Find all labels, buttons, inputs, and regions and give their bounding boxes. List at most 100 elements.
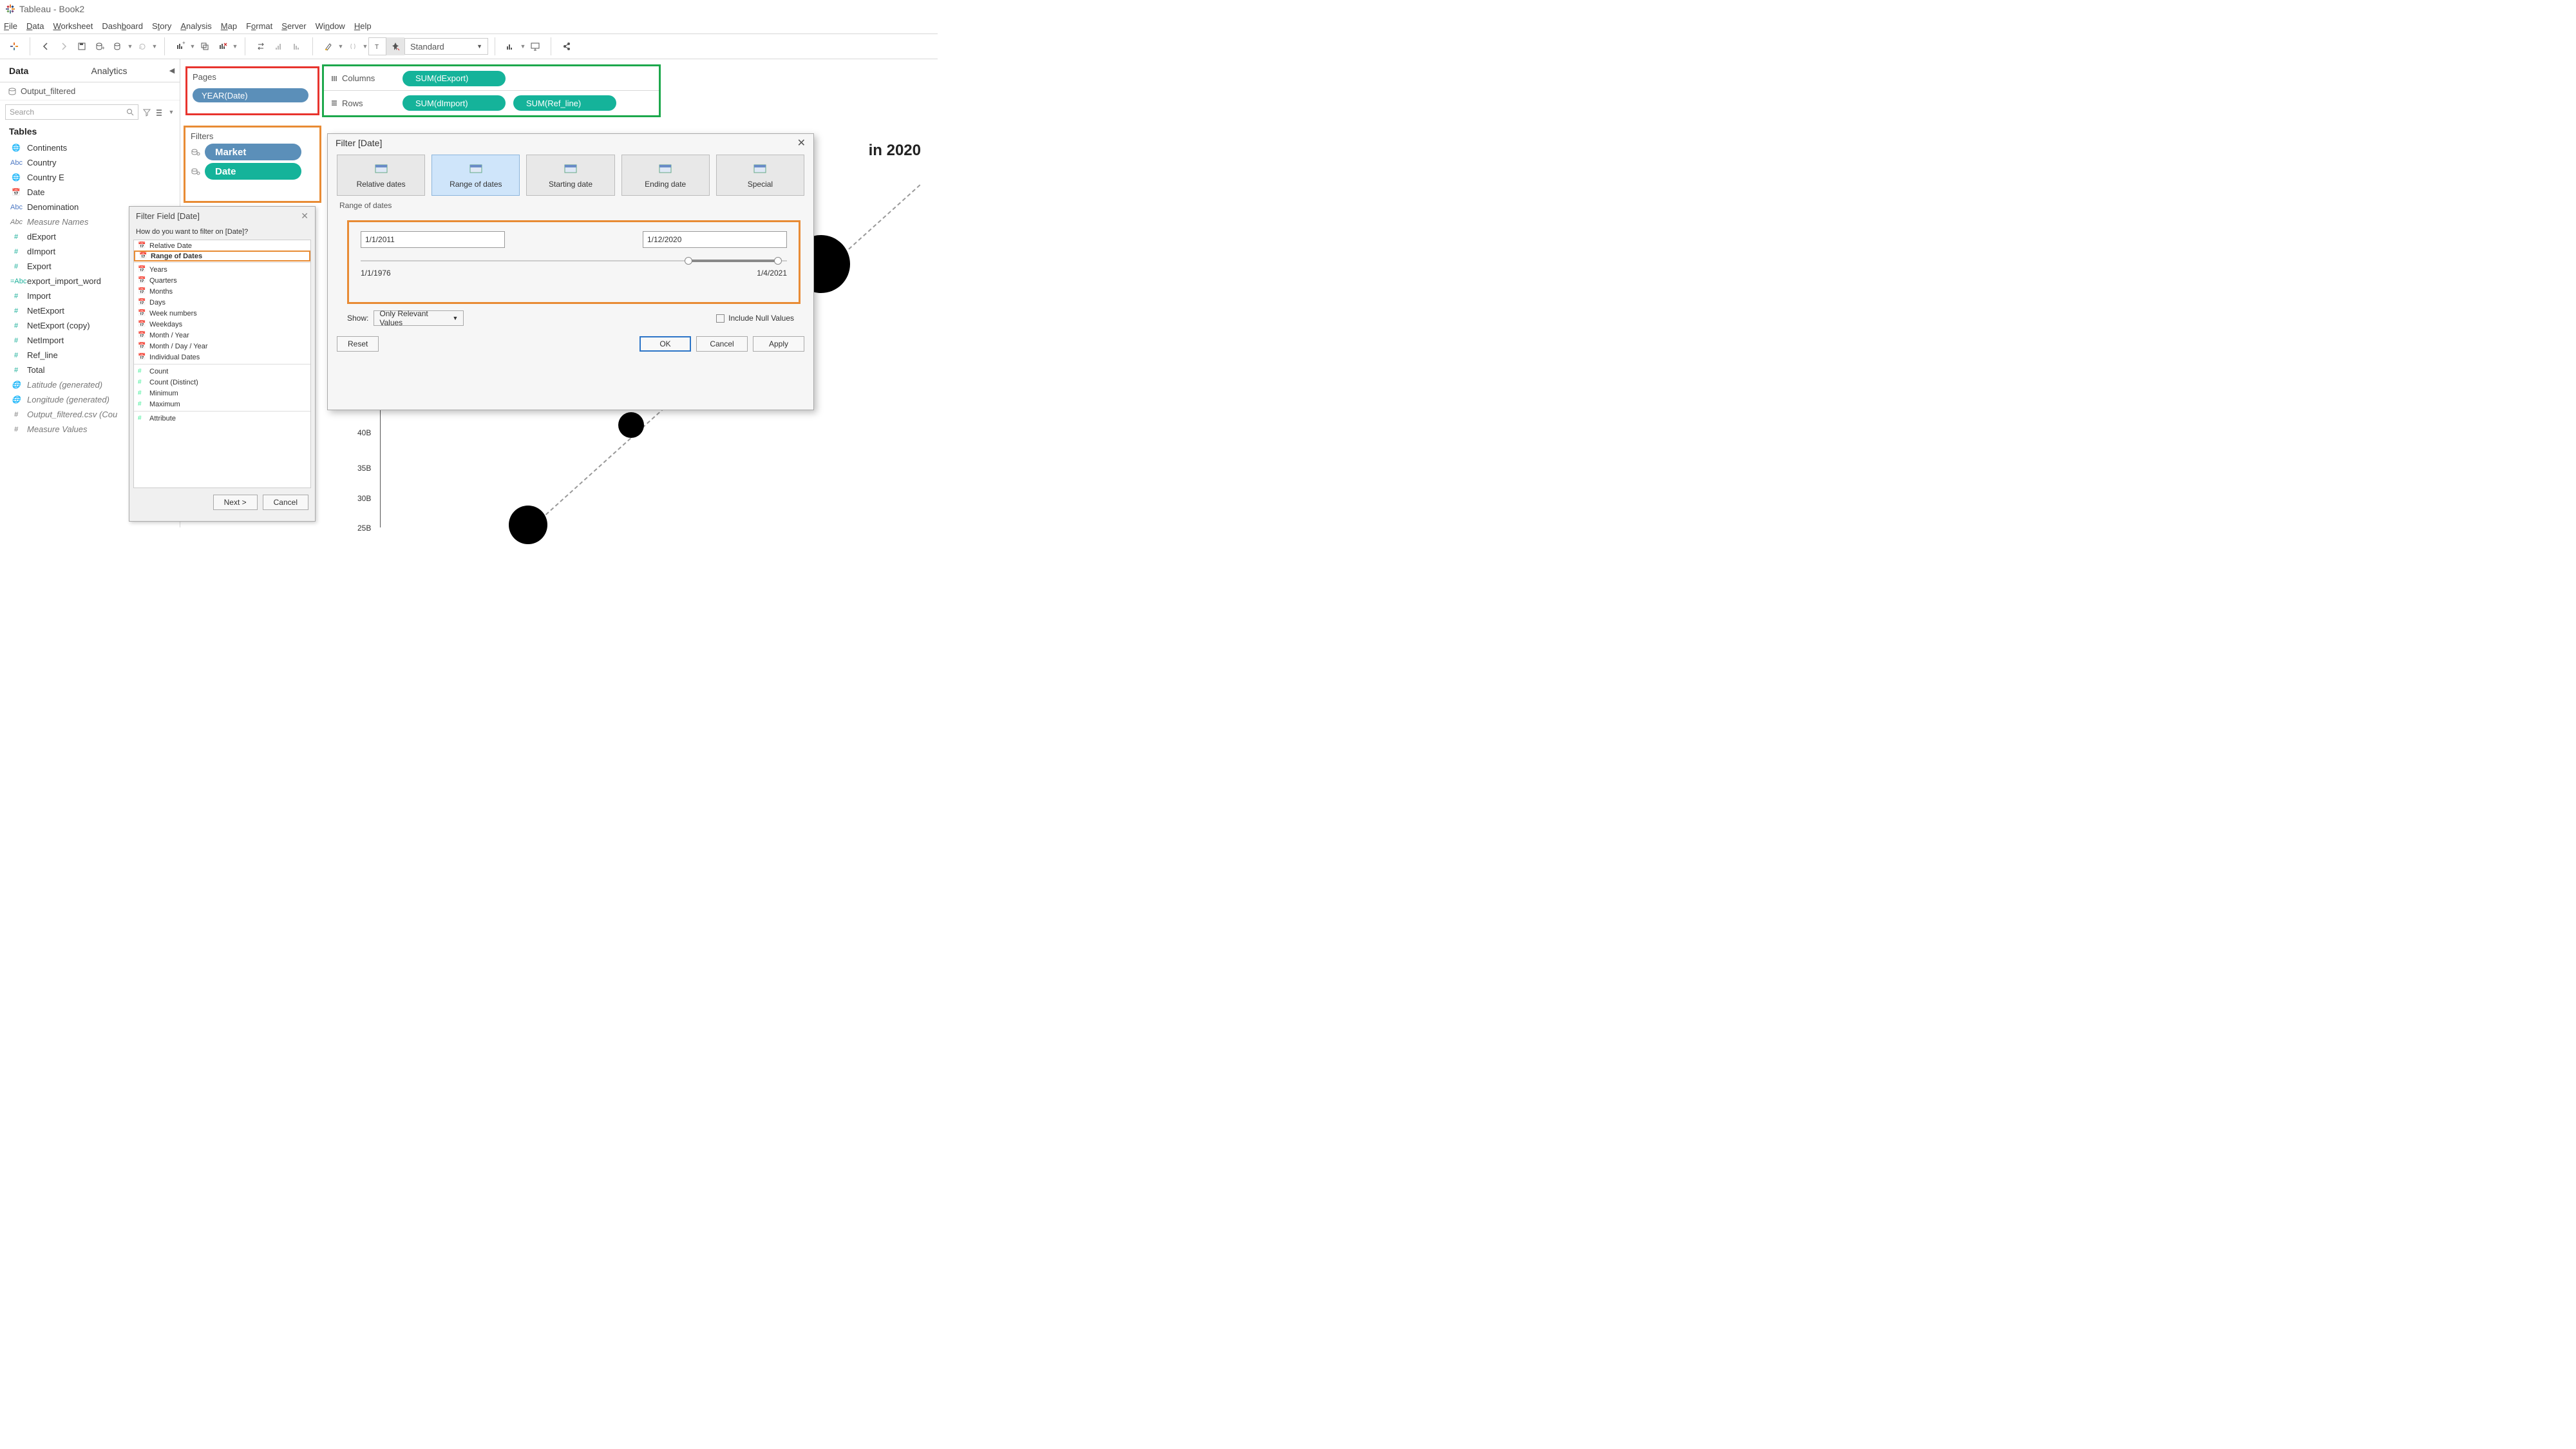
tab-starting-date[interactable]: Starting date <box>526 155 614 196</box>
menu-worksheet[interactable]: Worksheet <box>53 21 93 31</box>
filter-option-range-of-dates[interactable]: 📅Range of Dates <box>134 251 310 261</box>
tab-data[interactable]: Data <box>0 59 82 82</box>
next-button[interactable]: Next > <box>213 495 258 510</box>
dropdown-icon[interactable]: ▼ <box>362 43 368 50</box>
date-range-slider[interactable] <box>361 254 787 267</box>
menu-window[interactable]: Window <box>316 21 345 31</box>
slider-handle-from[interactable] <box>685 257 692 265</box>
dropdown-icon[interactable]: ▼ <box>232 43 238 50</box>
back-icon[interactable] <box>37 37 55 55</box>
filter-option-month-year[interactable]: 📅Month / Year <box>134 330 310 341</box>
menu-story[interactable]: Story <box>152 21 171 31</box>
cancel-button[interactable]: Cancel <box>263 495 308 510</box>
pill-sum-dexport[interactable]: SUM(dExport) <box>402 71 506 86</box>
save-icon[interactable] <box>73 37 91 55</box>
tab-relative-dates[interactable]: Relative dates <box>337 155 425 196</box>
dropdown-icon[interactable]: ▼ <box>189 43 196 50</box>
filter-option-count-distinct-[interactable]: #Count (Distinct) <box>134 377 310 388</box>
pill-sum-dimport[interactable]: SUM(dImport) <box>402 95 506 111</box>
data-mark[interactable] <box>509 506 547 544</box>
dropdown-icon[interactable]: ▼ <box>127 43 133 50</box>
group-icon[interactable] <box>344 37 362 55</box>
tab-range-of-dates[interactable]: Range of dates <box>431 155 520 196</box>
filter-option-relative-date[interactable]: 📅Relative Date <box>134 240 310 251</box>
filter-option-weekdays[interactable]: 📅Weekdays <box>134 319 310 330</box>
date-from-input[interactable] <box>361 231 505 248</box>
pill-year-date[interactable]: YEAR(Date) <box>193 88 308 102</box>
apply-button[interactable]: Apply <box>753 336 804 352</box>
highlight-icon[interactable] <box>319 37 337 55</box>
text-label-icon[interactable]: T <box>368 37 386 55</box>
filters-shelf[interactable]: Filters Market Date <box>184 126 321 203</box>
refresh-icon[interactable] <box>133 37 151 55</box>
reset-button[interactable]: Reset <box>337 336 379 352</box>
swap-icon[interactable] <box>252 37 270 55</box>
filter-option-minimum[interactable]: #Minimum <box>134 388 310 399</box>
filter-option-count[interactable]: #Count <box>134 366 310 377</box>
menu-map[interactable]: Map <box>221 21 237 31</box>
rows-shelf[interactable]: Rows SUM(dImport) SUM(Ref_line) <box>324 91 659 115</box>
dropdown-icon[interactable]: ▼ <box>151 43 158 50</box>
pause-updates-icon[interactable] <box>109 37 127 55</box>
dropdown-icon[interactable]: ▼ <box>337 43 344 50</box>
clear-sheet-icon[interactable] <box>214 37 232 55</box>
pin-icon[interactable] <box>386 37 404 55</box>
collapse-panel-icon[interactable]: ◀ <box>164 66 180 75</box>
new-worksheet-icon[interactable]: + <box>171 37 189 55</box>
filter-option-quarters[interactable]: 📅Quarters <box>134 275 310 286</box>
field-date[interactable]: 📅Date <box>5 185 175 200</box>
datasource-row[interactable]: Output_filtered <box>0 82 180 100</box>
menu-dashboard[interactable]: Dashboard <box>102 21 143 31</box>
slider-handle-to[interactable] <box>774 257 782 265</box>
menu-data[interactable]: Data <box>26 21 44 31</box>
fit-select[interactable]: Standard▼ <box>404 38 488 55</box>
menu-server[interactable]: Server <box>281 21 306 31</box>
close-icon[interactable]: ✕ <box>797 137 806 149</box>
columns-shelf[interactable]: Columns SUM(dExport) <box>324 66 659 91</box>
tab-special[interactable]: Special <box>716 155 804 196</box>
tab-analytics[interactable]: Analytics <box>82 59 165 82</box>
filter-option-attribute[interactable]: #Attribute <box>134 413 310 424</box>
show-me-icon[interactable] <box>502 37 520 55</box>
filter-pill-date[interactable]: Date <box>191 163 314 180</box>
data-mark[interactable] <box>618 412 644 438</box>
filter-option-maximum[interactable]: #Maximum <box>134 399 310 410</box>
sort-asc-icon[interactable] <box>270 37 288 55</box>
field-continents[interactable]: 🌐Continents <box>5 140 175 155</box>
search-input[interactable]: Search <box>5 104 138 120</box>
include-null-checkbox[interactable]: Include Null Values <box>716 314 794 323</box>
tableau-home-icon[interactable] <box>5 37 23 55</box>
menu-analysis[interactable]: Analysis <box>180 21 211 31</box>
menu-file[interactable]: File <box>4 21 17 31</box>
ok-button[interactable]: OK <box>639 336 691 352</box>
show-select[interactable]: Only Relevant Values▼ <box>374 310 464 326</box>
field-country[interactable]: AbcCountry <box>5 155 175 170</box>
pages-shelf[interactable]: Pages YEAR(Date) <box>185 66 319 115</box>
view-list-icon[interactable] <box>155 108 164 117</box>
dropdown-icon[interactable]: ▼ <box>520 43 526 50</box>
duplicate-icon[interactable] <box>196 37 214 55</box>
menu-help[interactable]: Help <box>354 21 372 31</box>
tab-ending-date[interactable]: Ending date <box>621 155 710 196</box>
field-country-e[interactable]: 🌐Country E <box>5 170 175 185</box>
filter-pill-market[interactable]: Market <box>191 144 314 160</box>
pill-sum-refline[interactable]: SUM(Ref_line) <box>513 95 616 111</box>
sort-desc-icon[interactable] <box>288 37 306 55</box>
cancel-button[interactable]: Cancel <box>696 336 748 352</box>
new-datasource-icon[interactable]: + <box>91 37 109 55</box>
filter-icon[interactable] <box>142 108 151 117</box>
filter-option-individual-dates[interactable]: 📅Individual Dates <box>134 352 310 363</box>
close-icon[interactable]: ✕ <box>301 211 308 222</box>
filter-option-months[interactable]: 📅Months <box>134 286 310 297</box>
dropdown-icon[interactable]: ▼ <box>168 109 175 115</box>
forward-icon[interactable] <box>55 37 73 55</box>
presentation-icon[interactable] <box>526 37 544 55</box>
filter-option-years[interactable]: 📅Years <box>134 264 310 275</box>
menu-format[interactable]: Format <box>246 21 272 31</box>
filter-option-week-numbers[interactable]: 📅Week numbers <box>134 308 310 319</box>
filter-option-days[interactable]: 📅Days <box>134 297 310 308</box>
share-icon[interactable] <box>558 37 576 55</box>
date-to-input[interactable] <box>643 231 787 248</box>
filter-option-month-day-year[interactable]: 📅Month / Day / Year <box>134 341 310 352</box>
filter-field-list[interactable]: 📅Relative Date📅Range of Dates 📅Years📅Quar… <box>133 240 311 488</box>
